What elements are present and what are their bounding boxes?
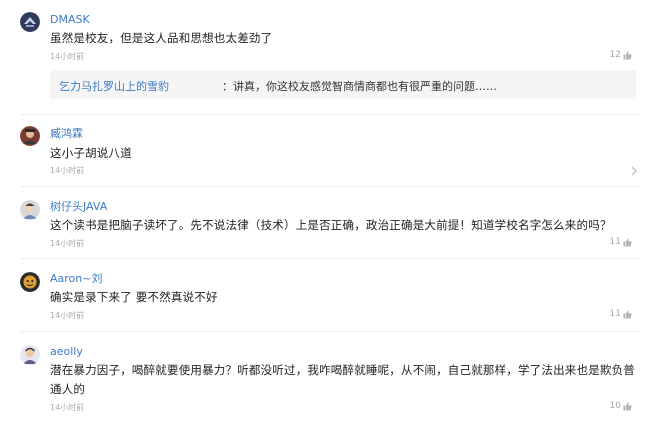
comment-text: 这小子胡说八道	[50, 146, 132, 160]
comment-timestamp: 14小时前	[50, 239, 85, 248]
comment-text: 这个读书是把脑子读坏了。先不说法律（技术）上是否正确，政治正确是大前提！知道学校…	[50, 218, 612, 232]
avatar[interactable]	[20, 12, 40, 32]
reply-body: 讲真，你这校友感觉智商情商都也有很严重的问题……	[233, 80, 497, 93]
avatar[interactable]	[20, 345, 40, 365]
like-button[interactable]: 12	[610, 50, 632, 60]
like-count: 12	[609, 50, 621, 60]
more-options-icon[interactable]	[631, 166, 637, 176]
reply-text: ：讲真，你这校友感觉智商情商都也有很严重的问题……	[222, 78, 497, 94]
like-count: 11	[609, 237, 621, 247]
divider	[20, 258, 640, 259]
avatar[interactable]	[20, 272, 40, 292]
comment-timestamp: 14小时前	[50, 52, 85, 61]
divider	[20, 331, 640, 332]
comment-username[interactable]: DMASK	[50, 13, 90, 27]
thumbs-up-icon	[623, 402, 632, 411]
comment-timestamp: 14小时前	[50, 403, 85, 412]
comment-timestamp: 14小时前	[50, 166, 85, 175]
thumbs-up-icon	[623, 51, 632, 60]
comment-username[interactable]: 树仔头JAVA	[50, 200, 107, 214]
comment-text: 确实是录下来了 要不然真说不好	[50, 290, 218, 304]
avatar[interactable]	[20, 126, 40, 146]
reply-username[interactable]: 乞力马扎罗山上的雪豹	[59, 78, 169, 94]
like-button[interactable]: 10	[610, 401, 632, 411]
like-count: 11	[609, 309, 621, 319]
reply-separator: ：	[222, 80, 233, 93]
comment-username[interactable]: 臧鸿霖	[50, 127, 83, 141]
comment-username[interactable]: aeolly	[50, 345, 83, 359]
like-count: 10	[609, 401, 621, 411]
like-button[interactable]: 11	[610, 237, 632, 247]
comment-username[interactable]: Aaron~刘	[50, 272, 102, 286]
avatar[interactable]	[20, 200, 40, 220]
comment-timestamp: 14小时前	[50, 311, 85, 320]
like-button[interactable]: 11	[610, 309, 632, 319]
comment-text: 潜在暴力因子，喝醉就要使用暴力？听都没听过，我咋喝醉就睡呢，从不闹，自己就那样，…	[50, 363, 635, 396]
comment-text: 虽然是校友，但是这人品和思想也太差劲了	[50, 31, 273, 45]
divider	[20, 186, 640, 187]
thumbs-up-icon	[623, 238, 632, 247]
reply-quote: 乞力马扎罗山上的雪豹 ：讲真，你这校友感觉智商情商都也有很严重的问题……	[50, 70, 636, 99]
thumbs-up-icon	[623, 310, 632, 319]
divider	[20, 114, 640, 115]
